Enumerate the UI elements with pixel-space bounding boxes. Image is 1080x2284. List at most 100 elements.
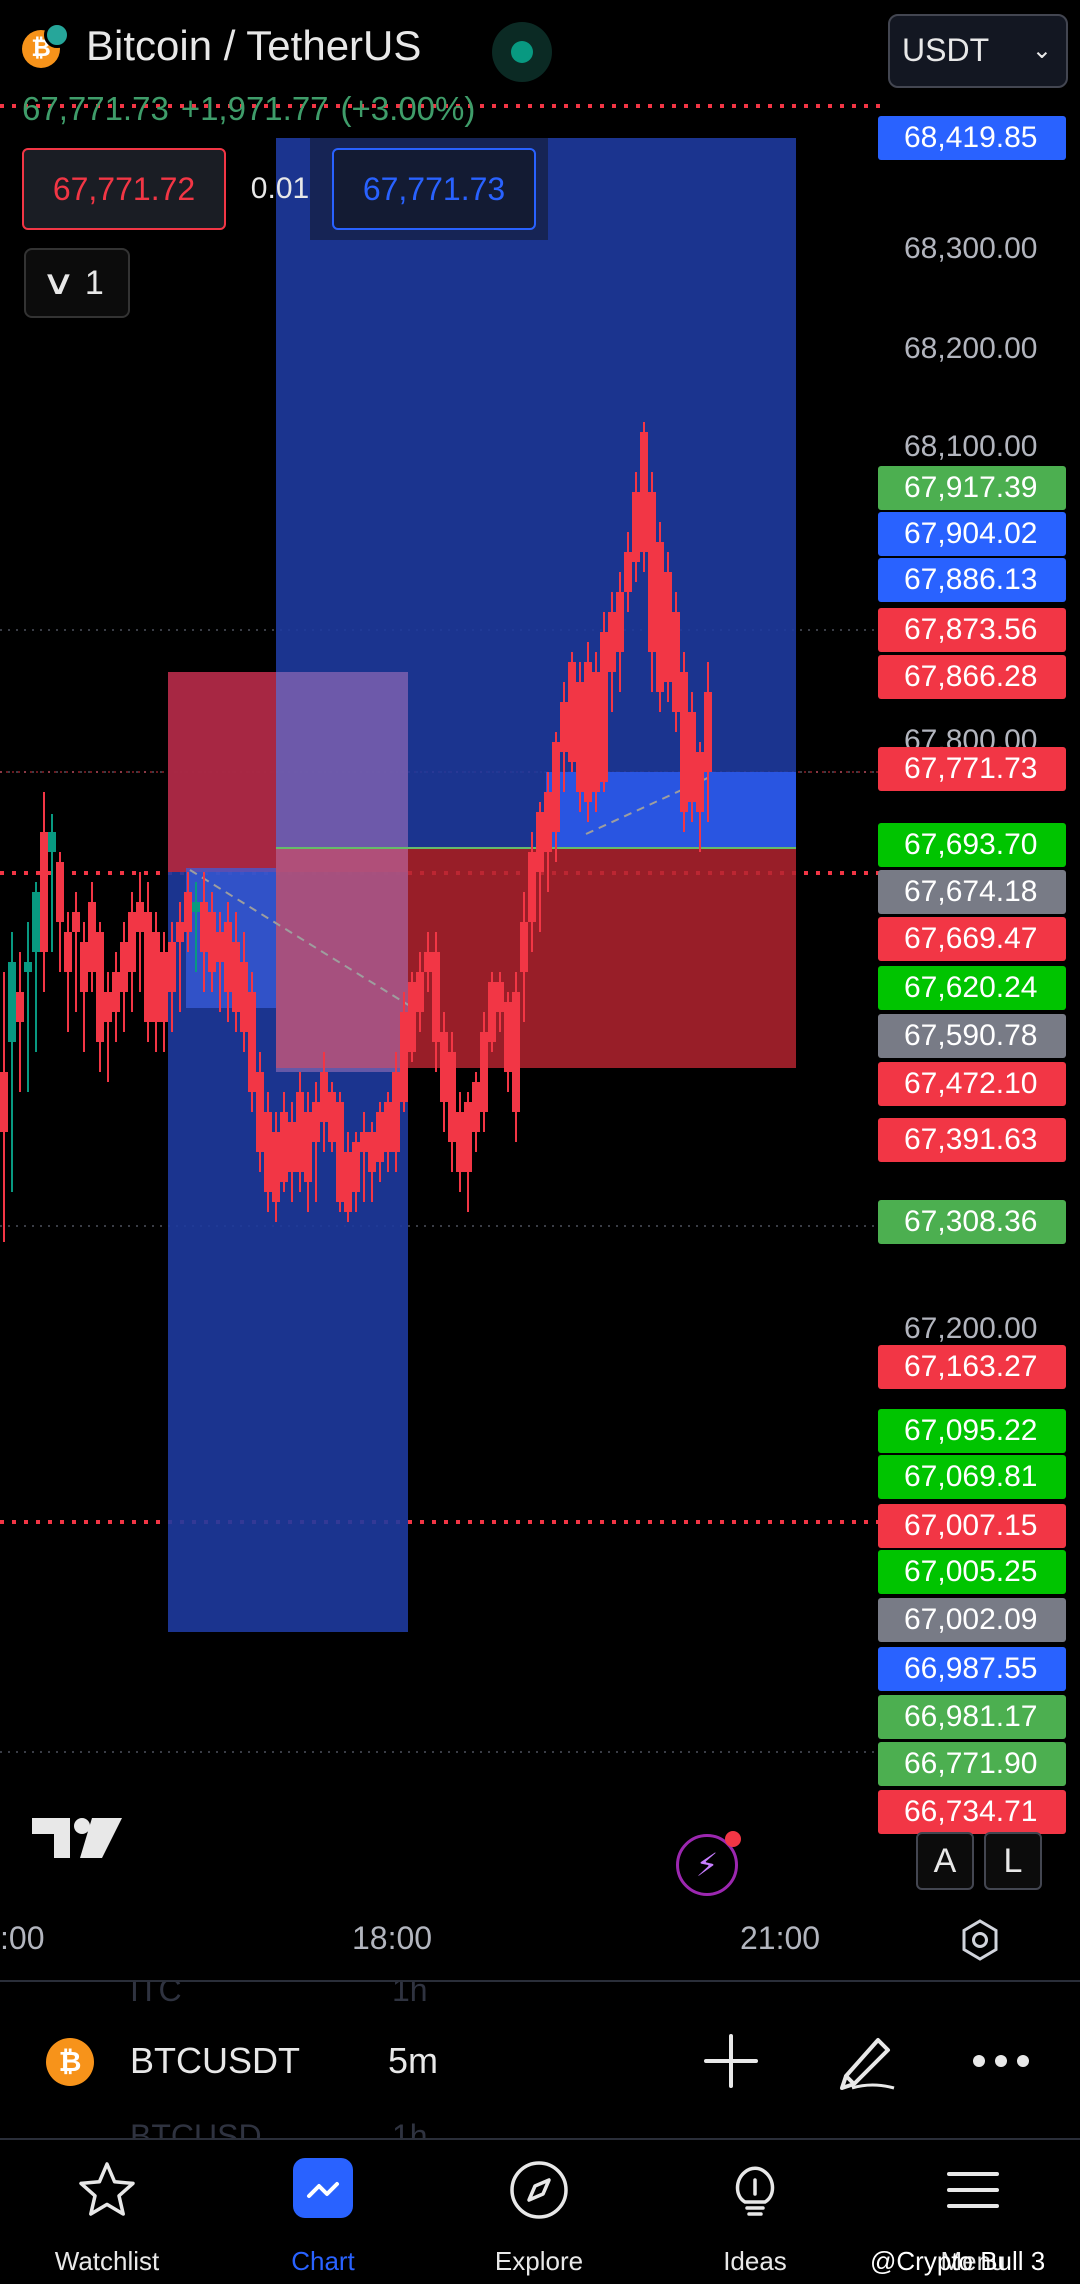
settings-icon[interactable] (958, 1918, 1002, 1962)
symbol-bar: ITC 1h ₿ BTCUSDT 5m BTCUSD 1h (0, 1982, 1080, 2138)
compass-icon (510, 2161, 568, 2219)
candle-body (512, 992, 520, 1112)
candle-body (632, 492, 640, 562)
indicators-toggle-button[interactable]: ∨ 1 (24, 248, 130, 318)
candle-body (672, 612, 680, 712)
price-label: 67,873.56 (878, 608, 1066, 652)
candle-body (544, 792, 552, 852)
sell-button[interactable]: 67,771.72 (22, 148, 226, 230)
notification-dot (725, 1831, 741, 1847)
buy-button[interactable]: 67,771.73 (332, 148, 536, 230)
candle-body (304, 1112, 312, 1182)
candle-body (216, 932, 224, 962)
candle-body (256, 1072, 264, 1152)
candle-body (64, 932, 72, 972)
candle-body (232, 942, 240, 1012)
candle-body (520, 922, 528, 972)
chart-header: ₿ Bitcoin / TetherUS USDT ⌄ (0, 0, 1080, 100)
candle-body (656, 542, 664, 692)
price-label: 67,904.02 (878, 512, 1066, 556)
candle-body (448, 1052, 456, 1142)
nav-label: Ideas (723, 2246, 787, 2276)
candle-body (352, 1142, 360, 1192)
plus-icon[interactable] (696, 2026, 766, 2096)
time-label: :00 (0, 1920, 45, 1956)
candle-body (464, 1102, 472, 1172)
axis-tick: 68,100.00 (904, 430, 1038, 463)
pencil-icon[interactable] (832, 2026, 902, 2096)
candle-body (336, 1102, 344, 1202)
candle-body (416, 972, 424, 1012)
currency-select[interactable]: USDT ⌄ (888, 14, 1068, 88)
candle-body (400, 1012, 408, 1102)
time-label: 21:00 (740, 1920, 821, 1956)
price-chart[interactable] (0, 92, 880, 1898)
prev-symbol: ITC (130, 1982, 182, 2008)
lightning-icon[interactable]: ⚡ (676, 1831, 741, 1896)
candle-body (392, 1072, 400, 1152)
price-label: 67,002.09 (878, 1598, 1066, 1642)
candle-body (24, 962, 32, 972)
candle-body (496, 982, 504, 1012)
tradingview-logo-icon (32, 1818, 122, 1858)
symbol-title[interactable]: Bitcoin / TetherUS (86, 22, 421, 70)
nav-explore[interactable]: Explore (439, 2140, 639, 2284)
nav-watchlist[interactable]: Watchlist (7, 2140, 207, 2284)
price-label: 66,987.55 (878, 1647, 1066, 1691)
axis-tick: 67,200.00 (904, 1312, 1038, 1345)
price-label: 67,590.78 (878, 1014, 1066, 1058)
market-status-icon[interactable] (492, 22, 552, 82)
candle-body (552, 742, 560, 832)
candle-body (456, 1112, 464, 1172)
candle-body (32, 892, 40, 952)
candle-body (264, 1112, 272, 1192)
log-scale-button[interactable]: L (984, 1832, 1042, 1890)
candle-body (200, 902, 208, 952)
quantity-value[interactable]: 0.01 (248, 150, 312, 228)
candle-body (192, 902, 200, 912)
chevron-down-icon: ⌄ (1031, 37, 1052, 64)
lightbulb-icon (735, 2166, 775, 2216)
auto-scale-button[interactable]: A (916, 1832, 974, 1890)
candle-body (360, 1132, 368, 1152)
candle-body (128, 912, 136, 972)
nav-label: Watchlist (54, 2246, 160, 2276)
price-label: 67,674.18 (878, 870, 1066, 914)
price-label: 67,069.81 (878, 1455, 1066, 1499)
price-label: 67,095.22 (878, 1409, 1066, 1453)
candle-body (704, 692, 712, 772)
price-label: 67,391.63 (878, 1118, 1066, 1162)
candle-body (528, 852, 536, 922)
price-change: +1,971.77 (180, 90, 329, 127)
candle-body (152, 932, 160, 1022)
candle-body (80, 942, 88, 992)
candle-body (432, 952, 440, 1042)
chevron-down-icon: ∨ (41, 264, 76, 302)
price-label: 67,917.39 (878, 466, 1066, 510)
candle-body (184, 892, 192, 932)
candle-body (408, 982, 416, 1052)
chart-canvas[interactable] (0, 92, 880, 1898)
candle-body (16, 992, 24, 1022)
candle-body (312, 1102, 320, 1142)
candle-body (176, 922, 184, 942)
candle-body (240, 962, 248, 1032)
candle-body (376, 1112, 384, 1162)
candle-body (288, 1122, 296, 1172)
candle-body (624, 552, 632, 592)
chart-line-icon (307, 2182, 339, 2198)
price-label: 67,866.28 (878, 655, 1066, 699)
time-axis[interactable]: :00 18:00 21:00 (0, 1900, 1080, 1980)
candle-body (440, 1032, 448, 1102)
symbol-select[interactable]: BTCUSDT (130, 2040, 300, 2082)
candle-body (592, 672, 600, 792)
candle-body (608, 612, 616, 672)
price-label: 67,693.70 (878, 823, 1066, 867)
timeframe-select[interactable]: 5m (388, 2040, 438, 2082)
bitcoin-logo-icon: ₿ (22, 22, 70, 68)
nav-chart[interactable]: Chart (223, 2140, 423, 2284)
more-icon[interactable] (966, 2026, 1036, 2096)
nav-ideas[interactable]: Ideas (655, 2140, 855, 2284)
price-label: 66,734.71 (878, 1790, 1066, 1834)
candle-body (272, 1132, 280, 1202)
